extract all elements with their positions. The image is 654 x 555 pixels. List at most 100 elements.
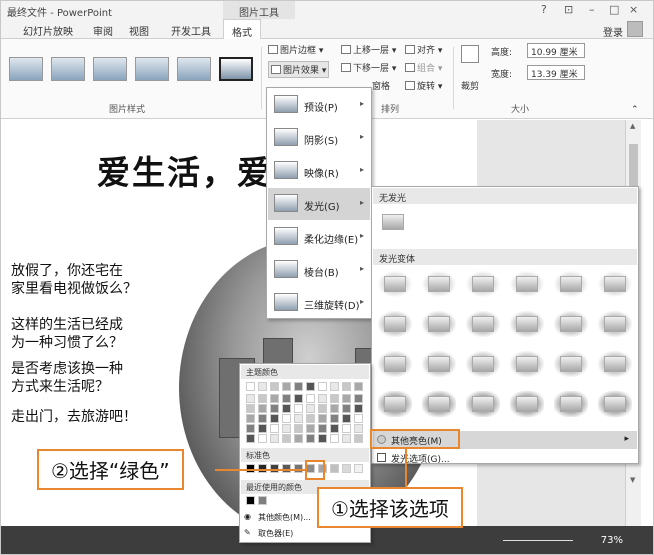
theme-color-swatch[interactable] <box>246 414 255 423</box>
theme-color-swatch[interactable] <box>306 424 315 433</box>
rotate-button[interactable]: 旋转 ▾ <box>405 79 442 92</box>
more-colors-item[interactable]: 其他颜色(M)... <box>258 512 311 523</box>
menu-item-bevel[interactable]: 棱台(B) ▸ <box>268 254 370 286</box>
align-button[interactable]: 对齐 ▾ <box>405 43 442 56</box>
zoom-slider[interactable] <box>503 540 573 541</box>
glow-variant[interactable] <box>422 351 456 377</box>
glow-variant[interactable] <box>378 351 412 377</box>
theme-color-swatch[interactable] <box>294 404 303 413</box>
theme-color-swatch[interactable] <box>282 394 291 403</box>
theme-color-swatch[interactable] <box>318 404 327 413</box>
theme-color-swatch[interactable] <box>258 414 267 423</box>
menu-item-soft-edges[interactable]: 柔化边缘(E) ▸ <box>268 221 370 253</box>
theme-color-swatch[interactable] <box>306 394 315 403</box>
theme-color-swatch[interactable] <box>306 382 315 391</box>
tab-developer[interactable]: 开发工具 <box>171 23 211 38</box>
height-input[interactable]: 10.99 厘米 <box>527 43 585 58</box>
theme-color-swatch[interactable] <box>258 434 267 443</box>
theme-color-swatch[interactable] <box>282 404 291 413</box>
theme-color-swatch[interactable] <box>330 434 339 443</box>
theme-color-swatch[interactable] <box>270 424 279 433</box>
picture-effects-button[interactable]: 图片效果 ▾ <box>268 61 330 78</box>
theme-color-swatch[interactable] <box>318 414 327 423</box>
theme-color-swatch[interactable] <box>306 404 315 413</box>
theme-color-swatch[interactable] <box>342 414 351 423</box>
slide-title[interactable]: 爱生活，爱 <box>97 146 272 194</box>
theme-color-swatch[interactable] <box>342 424 351 433</box>
glow-variant[interactable] <box>598 311 632 337</box>
recent-color-swatch[interactable] <box>246 496 255 505</box>
theme-color-swatch[interactable] <box>318 382 327 391</box>
theme-color-swatch[interactable] <box>294 434 303 443</box>
tab-slideshow[interactable]: 幻灯片放映 <box>23 23 73 38</box>
theme-color-swatch[interactable] <box>258 394 267 403</box>
glow-options-item[interactable]: 发光选项(G)... <box>373 449 637 467</box>
theme-color-swatch[interactable] <box>246 382 255 391</box>
send-backward-button[interactable]: 下移一层 ▾ <box>341 61 396 74</box>
collapse-ribbon-icon[interactable]: ⌃ <box>631 105 639 115</box>
theme-color-swatch[interactable] <box>246 404 255 413</box>
tab-format[interactable]: 格式 <box>223 19 261 40</box>
theme-color-swatch[interactable] <box>246 424 255 433</box>
glow-variant[interactable] <box>510 351 544 377</box>
glow-variant[interactable] <box>598 271 632 297</box>
glow-variant[interactable] <box>378 391 412 417</box>
glow-variant[interactable] <box>510 391 544 417</box>
theme-color-swatch[interactable] <box>354 404 363 413</box>
glow-variant[interactable] <box>466 351 500 377</box>
picture-style-thumb[interactable] <box>135 57 169 81</box>
selection-pane-button[interactable]: 窗格 <box>372 79 390 92</box>
close-icon[interactable]: × <box>629 3 638 16</box>
theme-color-swatch[interactable] <box>354 414 363 423</box>
theme-color-swatch[interactable] <box>282 414 291 423</box>
recent-color-swatch[interactable] <box>258 496 267 505</box>
theme-color-swatch[interactable] <box>354 424 363 433</box>
theme-color-swatch[interactable] <box>246 434 255 443</box>
glow-variant[interactable] <box>422 391 456 417</box>
menu-item-reflection[interactable]: 映像(R) ▸ <box>268 155 370 187</box>
menu-item-preset[interactable]: 预设(P) ▸ <box>268 89 370 121</box>
theme-color-swatch[interactable] <box>270 434 279 443</box>
crop-icon[interactable] <box>461 45 479 63</box>
glow-variant[interactable] <box>378 311 412 337</box>
glow-variant[interactable] <box>466 271 500 297</box>
glow-variant[interactable] <box>598 351 632 377</box>
standard-color-swatch[interactable] <box>354 464 363 473</box>
theme-color-swatch[interactable] <box>354 434 363 443</box>
glow-variant[interactable] <box>554 351 588 377</box>
glow-variant[interactable] <box>466 311 500 337</box>
glow-variant[interactable] <box>554 271 588 297</box>
theme-color-swatch[interactable] <box>330 382 339 391</box>
glow-variant[interactable] <box>466 391 500 417</box>
theme-color-swatch[interactable] <box>246 394 255 403</box>
theme-color-swatch[interactable] <box>342 382 351 391</box>
theme-color-swatch[interactable] <box>282 434 291 443</box>
menu-item-shadow[interactable]: 阴影(S) ▸ <box>268 122 370 154</box>
theme-color-swatch[interactable] <box>330 394 339 403</box>
theme-color-swatch[interactable] <box>318 434 327 443</box>
theme-color-swatch[interactable] <box>306 434 315 443</box>
glow-variant[interactable] <box>510 311 544 337</box>
maximize-icon[interactable]: □ <box>609 3 619 16</box>
minimize-icon[interactable]: – <box>589 3 595 16</box>
picture-style-thumb[interactable] <box>51 57 85 81</box>
glow-variant[interactable] <box>554 391 588 417</box>
no-glow-option[interactable] <box>376 209 410 235</box>
zoom-level[interactable]: 73% <box>601 535 623 546</box>
picture-style-thumb[interactable] <box>177 57 211 81</box>
theme-color-swatch[interactable] <box>282 424 291 433</box>
tab-review[interactable]: 审阅 <box>93 23 113 38</box>
ribbon-display-icon[interactable]: ⊡ <box>564 3 573 16</box>
theme-color-swatch[interactable] <box>294 382 303 391</box>
picture-style-thumb[interactable] <box>9 57 43 81</box>
theme-color-swatch[interactable] <box>258 404 267 413</box>
theme-color-swatch[interactable] <box>294 424 303 433</box>
menu-item-3d-rotation[interactable]: 三维旋转(D) ▸ <box>268 287 370 319</box>
menu-item-glow[interactable]: 发光(G) ▸ <box>268 188 370 220</box>
theme-color-swatch[interactable] <box>294 414 303 423</box>
tab-view[interactable]: 视图 <box>129 23 149 38</box>
theme-color-swatch[interactable] <box>330 414 339 423</box>
width-input[interactable]: 13.39 厘米 <box>527 65 585 80</box>
help-icon[interactable]: ? <box>541 3 547 16</box>
picture-style-thumb-selected[interactable] <box>219 57 253 81</box>
